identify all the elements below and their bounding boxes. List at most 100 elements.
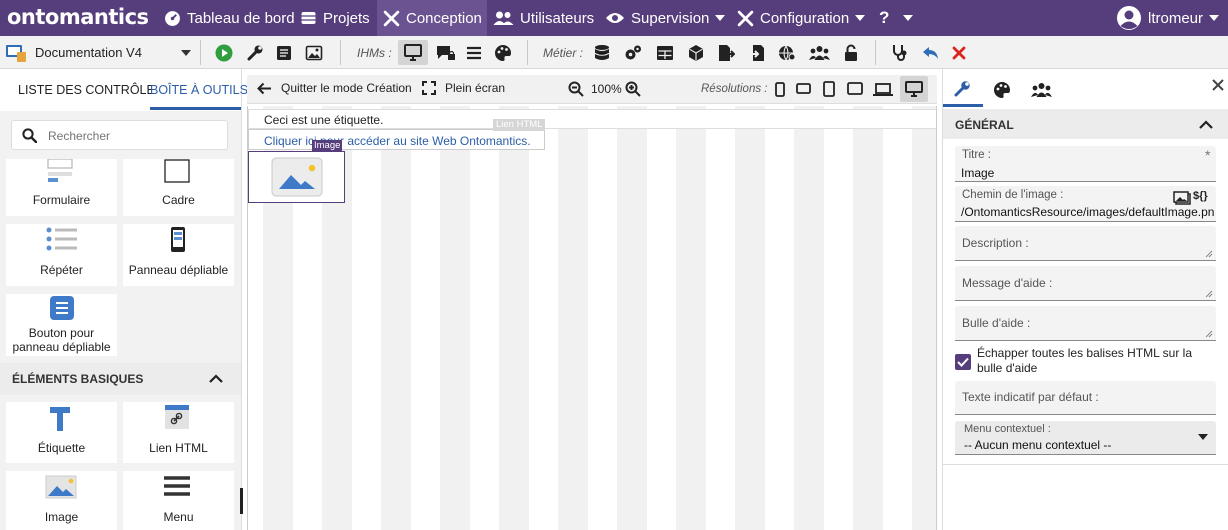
- tile-repeter[interactable]: Répéter: [6, 224, 117, 286]
- context-menu-select[interactable]: Menu contextuel : -- Aucun menu contextu…: [955, 421, 1216, 455]
- canvas-label-row[interactable]: Ceci est une étiquette.: [248, 109, 936, 129]
- tile-cadre[interactable]: Cadre: [123, 159, 234, 216]
- canvas-label: Ceci est une étiquette.: [264, 113, 384, 127]
- nav-supervision[interactable]: Supervision: [605, 0, 726, 36]
- tab-toolbox[interactable]: BOÎTE À OUTILS: [150, 83, 248, 97]
- file-import-icon[interactable]: [748, 44, 766, 62]
- ihms-label: IHMs :: [357, 46, 392, 60]
- resize-grip-icon[interactable]: [1205, 330, 1213, 338]
- chat-lock-icon[interactable]: [436, 44, 456, 62]
- globe-cog-icon[interactable]: [778, 44, 796, 62]
- users-icon[interactable]: [809, 44, 830, 62]
- tools-icon: [383, 10, 400, 26]
- ihm-desktop-button[interactable]: [398, 40, 428, 65]
- cube-icon[interactable]: [687, 44, 705, 62]
- tablet-portrait-icon[interactable]: [823, 81, 835, 97]
- field-label: Chemin de l'image :: [962, 189, 1064, 201]
- image-picker-icon[interactable]: [1173, 191, 1191, 205]
- tile-image[interactable]: Image: [6, 471, 117, 530]
- database-icon[interactable]: [593, 44, 611, 62]
- zoom-level: 100%: [591, 82, 622, 96]
- desktop-resolution-button[interactable]: [900, 76, 928, 102]
- field-label: Description :: [962, 236, 1029, 250]
- tile-label: Formulaire: [32, 193, 91, 207]
- tab-control-list[interactable]: LISTE DES CONTRÔLE: [18, 83, 155, 97]
- nav-tableau-de-bord[interactable]: Tableau de bord: [164, 0, 295, 36]
- file-export-icon[interactable]: [717, 44, 735, 62]
- section-title: ÉLÉMENTS BASIQUES: [12, 372, 144, 386]
- grid-column: [794, 106, 824, 530]
- placeholder-field[interactable]: Texte indicatif par défaut :: [955, 381, 1216, 415]
- tile-label: Panneau dépliable: [128, 263, 229, 277]
- search-box[interactable]: [11, 120, 228, 150]
- user-menu[interactable]: ltromeur: [1116, 0, 1220, 36]
- run-icon[interactable]: [215, 44, 233, 62]
- canvas-image-component[interactable]: [248, 151, 345, 203]
- section-general[interactable]: GÉNÉRAL: [943, 109, 1228, 139]
- field-label: Texte indicatif par défaut :: [962, 390, 1099, 404]
- escape-html-checkbox[interactable]: [955, 354, 971, 370]
- section-elements-basiques[interactable]: ÉLÉMENTS BASIQUES: [0, 363, 241, 395]
- image-path-value: /OntomanticsResource/images/defaultImage…: [961, 205, 1214, 219]
- image-icon[interactable]: [305, 44, 323, 62]
- stethoscope-icon[interactable]: [891, 44, 909, 62]
- wrench-icon[interactable]: [246, 44, 264, 62]
- tile-menu[interactable]: Menu: [123, 471, 234, 530]
- undo-icon[interactable]: [922, 44, 940, 62]
- book-icon[interactable]: [275, 44, 293, 62]
- help-bubble-field[interactable]: Bulle d'aide :: [955, 306, 1216, 341]
- search-input[interactable]: [48, 127, 218, 145]
- tile-formulaire[interactable]: Formulaire: [6, 159, 117, 216]
- panel-resize-handle[interactable]: [240, 488, 243, 514]
- field-label: Menu contextuel :: [964, 423, 1051, 435]
- nav-configuration[interactable]: Configuration: [737, 0, 866, 36]
- collapse-button-icon: [50, 296, 74, 320]
- users-icon[interactable]: [1031, 81, 1052, 99]
- tab-general-properties[interactable]: [943, 69, 983, 107]
- gears-icon[interactable]: [624, 44, 642, 62]
- lock-icon[interactable]: [842, 44, 860, 62]
- dashboard-icon: [165, 10, 180, 26]
- toolbar: Documentation V4 IHMs : Métier :: [0, 36, 1228, 69]
- tile-panneau-depliable[interactable]: Panneau dépliable: [123, 224, 234, 286]
- active-tab-indicator: [150, 107, 241, 110]
- design-canvas[interactable]: Ceci est une étiquette. Cliquer ici pour…: [247, 106, 937, 530]
- nav-conception[interactable]: Conception: [377, 0, 487, 36]
- resolutions-label: Résolutions :: [701, 83, 768, 95]
- fullscreen-button[interactable]: Plein écran: [422, 81, 505, 95]
- app-logo[interactable]: ontomantics: [7, 5, 149, 29]
- title-field[interactable]: Titre : * Image: [955, 146, 1216, 182]
- tile-bouton-panneau[interactable]: Bouton pour panneau dépliable: [6, 294, 117, 356]
- zoom-in-icon[interactable]: [625, 81, 641, 97]
- list-icon[interactable]: [465, 44, 483, 62]
- variable-button[interactable]: ${}: [1193, 190, 1208, 202]
- tile-lien-html[interactable]: Lien HTML: [123, 402, 234, 463]
- project-selector[interactable]: Documentation V4: [5, 42, 195, 63]
- laptop-icon[interactable]: [873, 83, 893, 96]
- zoom-out-icon[interactable]: [568, 81, 584, 97]
- phone-portrait-icon[interactable]: [775, 82, 785, 97]
- nav-label: Projets: [323, 9, 370, 27]
- close-icon[interactable]: [1212, 79, 1224, 91]
- phone-landscape-icon[interactable]: [796, 83, 811, 94]
- canvas-html-link[interactable]: Cliquer ici pour accéder au site Web Ont…: [248, 129, 545, 150]
- nav-projets[interactable]: Projets: [300, 0, 370, 36]
- tile-etiquette[interactable]: Étiquette: [6, 402, 117, 463]
- delete-icon[interactable]: [950, 44, 968, 62]
- canvas-link-text: Cliquer ici pour accéder au site Web Ont…: [264, 134, 531, 148]
- image-path-field[interactable]: Chemin de l'image : ${} /OntomanticsReso…: [955, 186, 1216, 222]
- help-message-field[interactable]: Message d'aide :: [955, 266, 1216, 301]
- palette-icon[interactable]: [993, 81, 1011, 99]
- description-field[interactable]: Description :: [955, 226, 1216, 261]
- nav-help[interactable]: ?: [879, 0, 914, 36]
- resize-grip-icon[interactable]: [1205, 290, 1213, 298]
- database-icon: [301, 12, 316, 24]
- table-icon[interactable]: [656, 44, 674, 62]
- resize-grip-icon[interactable]: [1205, 250, 1213, 258]
- title-value: Image: [961, 166, 995, 180]
- palette-icon[interactable]: [494, 44, 512, 62]
- quit-design-mode-button[interactable]: Quitter le mode Création: [257, 81, 412, 95]
- nav-utilisateurs[interactable]: Utilisateurs: [493, 0, 594, 36]
- fullscreen-icon: [422, 81, 436, 95]
- tablet-landscape-icon[interactable]: [847, 82, 863, 95]
